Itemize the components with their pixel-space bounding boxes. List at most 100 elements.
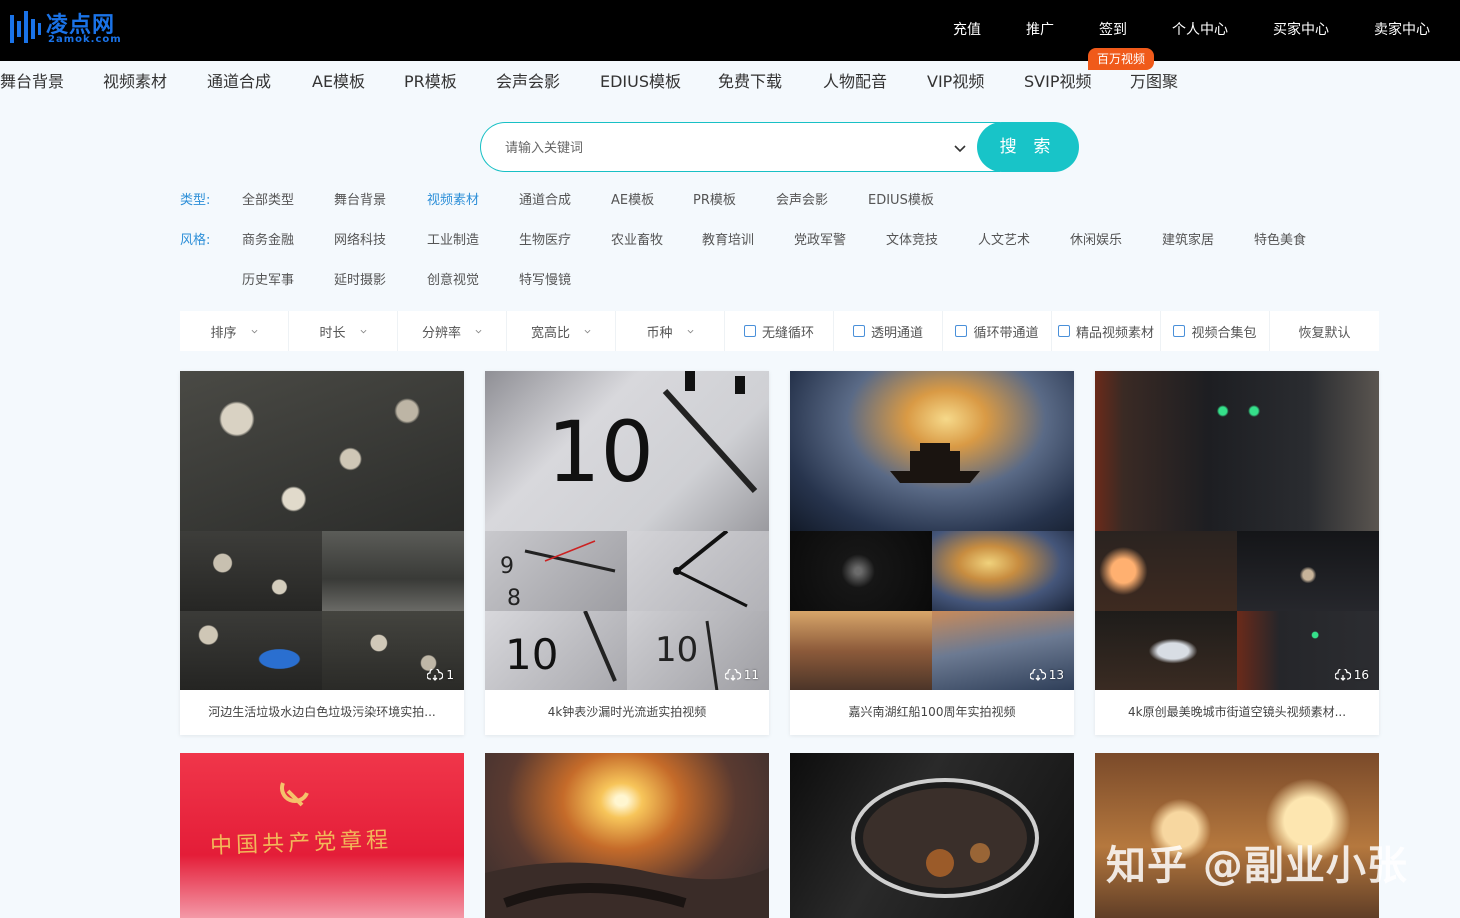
style-item[interactable]: 商务金融 xyxy=(242,231,294,251)
video-card[interactable]: 10 9 8 10 10 11 4k钟表沙漏时光流逝实拍视频 xyxy=(485,371,769,735)
sunset-landscape-icon xyxy=(485,862,769,918)
checkbox-icon xyxy=(955,325,968,337)
type-label: 类型: xyxy=(180,193,211,208)
watermark: 知乎 @副业小张 xyxy=(1106,843,1408,889)
thumbnail-frame xyxy=(627,529,769,611)
search-input[interactable] xyxy=(505,137,945,159)
download-count-value: 13 xyxy=(1048,668,1064,682)
nav-checkin[interactable]: 签到 xyxy=(1099,20,1127,40)
category-channel[interactable]: 通道合成 xyxy=(207,70,271,94)
type-pr[interactable]: PR模板 xyxy=(693,191,736,211)
search-bar: 搜 索 xyxy=(480,122,1079,172)
type-ae[interactable]: AE模板 xyxy=(611,191,654,211)
chevron-down-icon[interactable] xyxy=(953,141,967,155)
loop-alpha-checkbox[interactable]: 循环带通道 xyxy=(943,311,1052,351)
category-ae[interactable]: AE模板 xyxy=(312,70,365,94)
sort-bar: 排序 时长 分辨率 宽高比 币种 无缝循环 透明通道 循环带通道 精品视频素材 … xyxy=(180,311,1379,351)
style-item[interactable]: 人文艺术 xyxy=(978,231,1030,251)
style-item[interactable]: 网络科技 xyxy=(334,231,386,251)
alpha-channel-checkbox[interactable]: 透明通道 xyxy=(834,311,943,351)
type-stage[interactable]: 舞台背景 xyxy=(334,191,386,211)
category-voice[interactable]: 人物配音 xyxy=(823,70,887,94)
video-thumbnail[interactable]: 1 xyxy=(180,371,464,690)
svg-text:8: 8 xyxy=(507,586,521,611)
style-item[interactable]: 特色美食 xyxy=(1254,231,1306,251)
category-free[interactable]: 免费下载 xyxy=(718,70,782,94)
aspect-label: 宽高比 xyxy=(530,325,570,341)
type-vs[interactable]: 会声会影 xyxy=(776,191,828,211)
thumbnail-frame: 10 xyxy=(485,371,769,531)
duration-dropdown[interactable]: 时长 xyxy=(289,311,398,351)
checkbox-icon xyxy=(1057,325,1070,337)
category-video[interactable]: 视频素材 xyxy=(103,70,167,94)
category-svip[interactable]: SVIP视频 xyxy=(1024,70,1091,94)
checkbox-icon xyxy=(1173,325,1186,337)
style-item[interactable]: 延时摄影 xyxy=(334,271,386,291)
style-item[interactable]: 特写慢镜 xyxy=(519,271,571,291)
book-title: 中国共产党章程 xyxy=(209,827,393,860)
clock-face-icon: 9 8 xyxy=(500,540,616,611)
category-vs[interactable]: 会声会影 xyxy=(496,70,560,94)
thumbnail-frame xyxy=(180,531,322,611)
aspect-dropdown[interactable]: 宽高比 xyxy=(507,311,616,351)
clock-face-icon xyxy=(673,529,748,608)
cloud-download-icon xyxy=(724,669,741,681)
video-thumbnail[interactable]: 13 xyxy=(790,371,1074,690)
nav-user-center[interactable]: 个人中心 xyxy=(1172,20,1228,40)
type-edius[interactable]: EDIUS模板 xyxy=(868,191,934,211)
video-title[interactable]: 4k钟表沙漏时光流逝实拍视频 xyxy=(485,690,769,735)
video-card[interactable]: 13 嘉兴南湖红船100周年实拍视频 xyxy=(790,371,1074,735)
style-item[interactable]: 生物医疗 xyxy=(519,231,571,251)
search-button[interactable]: 搜 索 xyxy=(977,122,1079,172)
type-video[interactable]: 视频素材 xyxy=(427,191,479,211)
style-item[interactable]: 教育培训 xyxy=(702,231,754,251)
thumbnail-frame xyxy=(322,531,464,611)
video-thumbnail[interactable]: 10 9 8 10 10 11 xyxy=(485,371,769,690)
video-card[interactable]: 中国共产党章程 xyxy=(180,753,464,918)
nav-promote[interactable]: 推广 xyxy=(1026,20,1054,40)
style-item[interactable]: 休闲娱乐 xyxy=(1070,231,1122,251)
nav-buyer-center[interactable]: 买家中心 xyxy=(1273,20,1329,40)
style-item[interactable]: 党政军警 xyxy=(794,231,846,251)
cloud-download-icon xyxy=(427,669,444,681)
download-count-value: 11 xyxy=(743,668,759,682)
thumbnail-frame: 9 8 xyxy=(485,531,627,611)
style-item[interactable]: 文体竞技 xyxy=(886,231,938,251)
sort-dropdown[interactable]: 排序 xyxy=(180,311,289,351)
style-item[interactable]: 历史军事 xyxy=(242,271,294,291)
style-item[interactable]: 工业制造 xyxy=(427,231,479,251)
premium-checkbox[interactable]: 精品视频素材 xyxy=(1052,311,1161,351)
category-edius[interactable]: EDIUS模板 xyxy=(600,70,681,94)
video-thumbnail[interactable]: 16 xyxy=(1095,371,1379,690)
style-item[interactable]: 创意视觉 xyxy=(427,271,479,291)
type-all[interactable]: 全部类型 xyxy=(242,191,294,211)
seamless-loop-checkbox[interactable]: 无缝循环 xyxy=(725,311,834,351)
style-item[interactable]: 建筑家居 xyxy=(1162,231,1214,251)
checkbox-label: 透明通道 xyxy=(870,325,923,341)
thumbnail-frame xyxy=(790,371,1074,531)
bundle-checkbox[interactable]: 视频合集包 xyxy=(1161,311,1270,351)
category-stage-bg[interactable]: 舞台背景 xyxy=(0,70,64,94)
video-title[interactable]: 嘉兴南湖红船100周年实拍视频 xyxy=(790,690,1074,735)
video-card[interactable] xyxy=(790,753,1074,918)
category-pr[interactable]: PR模板 xyxy=(404,70,457,94)
checkbox-label: 视频合集包 xyxy=(1191,325,1257,341)
chevron-down-icon xyxy=(475,329,482,333)
video-title[interactable]: 4k原创最美晚城市街道空镜头视频素材... xyxy=(1095,690,1379,735)
category-vip[interactable]: VIP视频 xyxy=(927,70,984,94)
style-item[interactable]: 农业畜牧 xyxy=(611,231,663,251)
currency-dropdown[interactable]: 币种 xyxy=(616,311,725,351)
nav-seller-center[interactable]: 卖家中心 xyxy=(1374,20,1430,40)
site-logo[interactable]: 凌点网 2amok.com xyxy=(8,7,121,47)
video-card[interactable]: 16 4k原创最美晚城市街道空镜头视频素材... xyxy=(1095,371,1379,735)
type-channel[interactable]: 通道合成 xyxy=(519,191,571,211)
video-card[interactable] xyxy=(485,753,769,918)
video-title[interactable]: 河边生活垃圾水边白色垃圾污染环境实拍... xyxy=(180,690,464,735)
video-card[interactable]: 1 河边生活垃圾水边白色垃圾污染环境实拍... xyxy=(180,371,464,735)
chevron-down-icon xyxy=(584,329,591,333)
nav-recharge[interactable]: 充值 xyxy=(953,20,981,40)
resolution-dropdown[interactable]: 分辨率 xyxy=(398,311,507,351)
reset-button[interactable]: 恢复默认 xyxy=(1270,311,1379,351)
download-count: 11 xyxy=(724,668,759,682)
category-wantuju[interactable]: 万图聚 xyxy=(1130,70,1178,94)
